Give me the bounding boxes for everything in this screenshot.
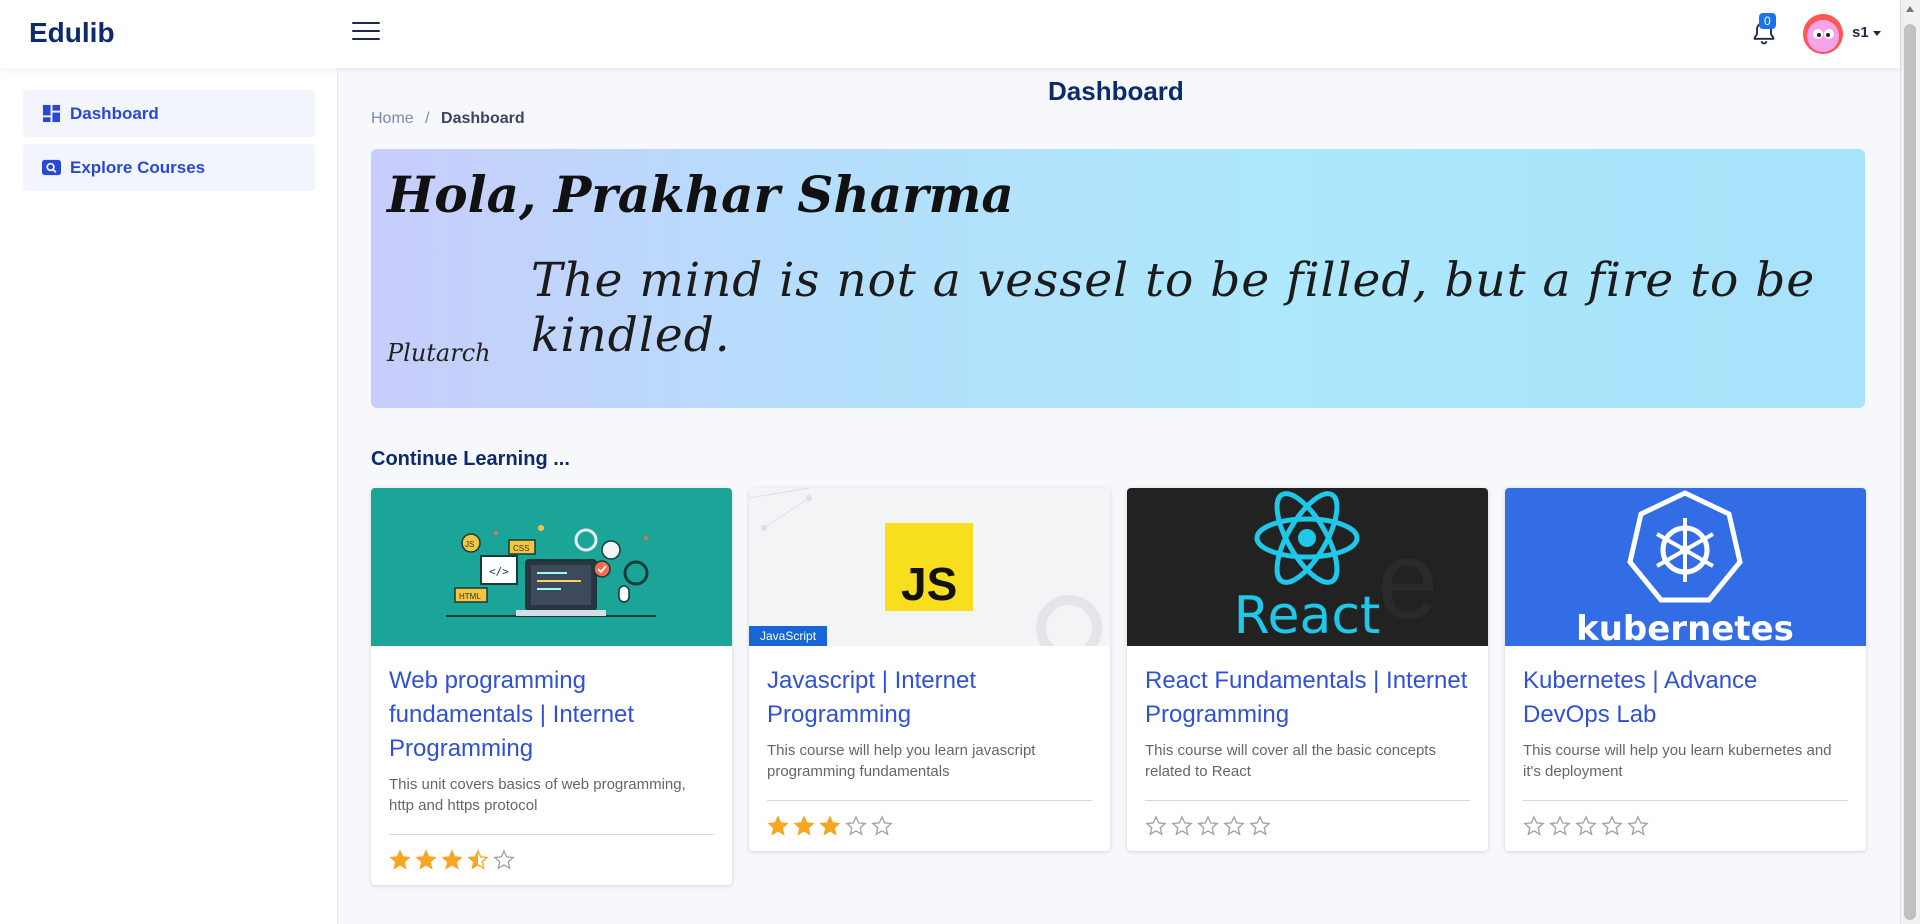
breadcrumb-current: Dashboard: [441, 110, 525, 127]
star-empty-icon[interactable]: [1249, 815, 1271, 837]
star-empty-icon[interactable]: [1223, 815, 1245, 837]
star-filled-icon[interactable]: [389, 849, 411, 871]
course-description: This unit covers basics of web programmi…: [389, 776, 686, 814]
course-image: </> HTML JS CSS: [371, 488, 732, 646]
star-rating: [767, 815, 1092, 837]
svg-text:JS: JS: [465, 540, 474, 549]
hamburger-line: [352, 22, 380, 24]
course-card[interactable]: kubernetes Kubernetes | Advance DevOps L…: [1505, 488, 1866, 851]
quote-author: Plutarch: [387, 339, 491, 367]
notification-badge: 0: [1759, 13, 1776, 29]
svg-text:CSS: CSS: [513, 544, 529, 553]
star-rating: [389, 849, 714, 871]
star-filled-icon[interactable]: [415, 849, 437, 871]
dashboard-icon: [42, 104, 61, 123]
avatar-image: [1803, 14, 1843, 54]
course-card-body: Web programming fundamentals | Internet …: [371, 646, 732, 885]
star-empty-icon[interactable]: [1171, 815, 1193, 837]
star-filled-icon[interactable]: [819, 815, 841, 837]
star-empty-icon[interactable]: [845, 815, 867, 837]
page-title: Dashboard: [1048, 76, 1184, 106]
sidebar-item-label: Explore Courses: [70, 157, 206, 177]
search-icon: [42, 159, 61, 176]
greeting-text: Hola, Prakhar Sharma: [387, 165, 1014, 224]
star-empty-icon[interactable]: [1627, 815, 1649, 837]
sidebar: Dashboard Explore Courses: [0, 68, 338, 924]
course-card-body: React Fundamentals | Internet Programmin…: [1127, 646, 1488, 851]
svg-text:e: e: [1377, 519, 1438, 642]
react-logo: e React: [1234, 491, 1438, 646]
breadcrumb-home-link[interactable]: Home: [371, 110, 414, 127]
kubernetes-logo: kubernetes: [1576, 490, 1794, 646]
course-image: kubernetes: [1505, 488, 1866, 646]
brand-logo[interactable]: Edulib: [29, 17, 115, 49]
star-empty-icon[interactable]: [1197, 815, 1219, 837]
star-empty-icon[interactable]: [871, 815, 893, 837]
course-card[interactable]: </> HTML JS CSS Web programming fundamen…: [371, 488, 732, 885]
course-card-body: Javascript | Internet Programming This c…: [749, 646, 1110, 851]
web-programming-illustration: </> HTML JS CSS: [446, 525, 656, 617]
star-rating: [1523, 815, 1848, 837]
star-empty-icon[interactable]: [1575, 815, 1597, 837]
course-description: This course will help you learn javascri…: [767, 742, 1036, 780]
course-title[interactable]: Web programming fundamentals | Internet …: [389, 664, 714, 766]
course-description: This course will cover all the basic con…: [1145, 742, 1436, 780]
divider: [389, 834, 714, 835]
star-filled-icon[interactable]: [441, 849, 463, 871]
course-title[interactable]: Kubernetes | Advance DevOps Lab: [1523, 664, 1848, 732]
continue-learning-title: Continue Learning ...: [371, 448, 570, 470]
hamburger-line: [352, 38, 380, 40]
kubernetes-wordmark: kubernetes: [1576, 609, 1794, 646]
svg-text:HTML: HTML: [459, 592, 481, 601]
react-wordmark: React: [1234, 586, 1381, 646]
star-empty-icon[interactable]: [493, 849, 515, 871]
sidebar-item-explore-courses[interactable]: Explore Courses: [23, 144, 315, 191]
sidebar-item-dashboard[interactable]: Dashboard: [23, 90, 315, 137]
breadcrumb-separator: /: [425, 110, 430, 127]
category-tag: JavaScript: [749, 626, 828, 646]
course-title[interactable]: React Fundamentals | Internet Programmin…: [1145, 664, 1470, 732]
scroll-up-icon[interactable]: [1906, 6, 1914, 12]
course-image: e React: [1127, 488, 1488, 646]
course-card[interactable]: e React React Fundamentals | Internet Pr…: [1127, 488, 1488, 851]
course-card-body: Kubernetes | Advance DevOps Lab This cou…: [1505, 646, 1866, 851]
course-image: JS JavaScript: [749, 488, 1110, 646]
breadcrumb: Home / Dashboard: [371, 110, 525, 128]
divider: [1523, 800, 1848, 801]
hamburger-line: [352, 30, 380, 32]
star-empty-icon[interactable]: [1601, 815, 1623, 837]
course-title[interactable]: Javascript | Internet Programming: [767, 664, 1092, 732]
quote-text: The mind is not a vessel to be filled, b…: [531, 253, 1816, 363]
star-filled-icon[interactable]: [793, 815, 815, 837]
avatar[interactable]: [1803, 14, 1843, 54]
sidebar-item-label: Dashboard: [70, 103, 159, 123]
scrollbar-thumb[interactable]: [1904, 24, 1916, 920]
star-filled-icon[interactable]: [767, 815, 789, 837]
divider: [767, 800, 1092, 801]
star-empty-icon[interactable]: [1145, 815, 1167, 837]
svg-text:JS: JS: [901, 558, 957, 610]
hamburger-icon[interactable]: [352, 18, 380, 46]
top-navbar: Edulib 0 s1: [0, 0, 1900, 68]
star-empty-icon[interactable]: [1523, 815, 1545, 837]
chevron-down-icon[interactable]: [1873, 31, 1881, 36]
welcome-banner: Hola, Prakhar Sharma The mind is not a v…: [371, 149, 1865, 408]
course-card[interactable]: JS JavaScript Javascript | Internet Prog…: [749, 488, 1110, 851]
scrollbar[interactable]: [1900, 0, 1920, 924]
star-empty-icon[interactable]: [1549, 815, 1571, 837]
star-rating: [1145, 815, 1470, 837]
star-half-icon[interactable]: [467, 849, 489, 871]
user-menu-label[interactable]: s1: [1852, 24, 1869, 41]
svg-text:</>: </>: [489, 565, 509, 578]
course-description: This course will help you learn kubernet…: [1523, 742, 1832, 780]
divider: [1145, 800, 1470, 801]
javascript-logo: JS: [749, 488, 1102, 646]
